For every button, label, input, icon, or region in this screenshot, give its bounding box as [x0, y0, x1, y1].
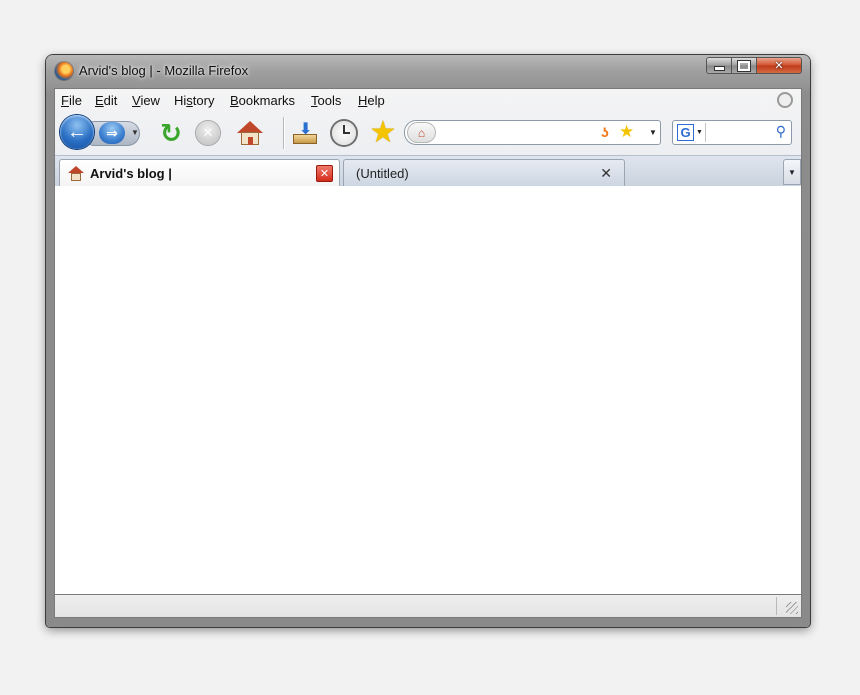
maximize-icon — [737, 59, 751, 72]
menu-tools[interactable]: Tools — [311, 93, 341, 108]
list-all-tabs-button[interactable]: ▼ — [783, 159, 801, 185]
history-button[interactable] — [329, 118, 359, 148]
menu-bookmarks-label: ookmarks — [238, 93, 296, 108]
minimize-icon — [713, 65, 725, 71]
downloads-icon: ⬇ — [292, 121, 318, 145]
menu-history[interactable]: History — [174, 93, 214, 108]
activity-throbber-icon — [777, 92, 793, 108]
window-controls: ✕ — [706, 57, 802, 74]
menu-file[interactable]: File — [61, 93, 82, 108]
window-title: Arvid's blog | - Mozilla Firefox — [79, 63, 249, 78]
menu-edit-label: dit — [103, 93, 118, 108]
history-icon — [332, 121, 356, 145]
browser-chrome: File Edit View History Bookmarks Tools H… — [54, 88, 802, 188]
resize-grip-icon[interactable] — [786, 602, 798, 614]
search-go-icon[interactable]: ⚲ — [776, 123, 786, 140]
tab-label: Arvid's blog | — [90, 166, 172, 181]
bookmark-star-icon: ★ — [369, 116, 397, 149]
search-engine-button[interactable]: G ▼ — [675, 123, 706, 142]
menu-help[interactable]: Help — [358, 93, 385, 108]
tab-label: (Untitled) — [356, 166, 409, 181]
menu-view-label: iew — [140, 93, 160, 108]
bookmark-page-star-icon[interactable]: ★ — [619, 122, 634, 142]
title-bar[interactable]: Arvid's blog | - Mozilla Firefox ✕ — [46, 55, 810, 88]
navigation-toolbar: ← ⇒ ▼ ↻ ✕ ⬇ ★ ⌂ ʖ ★ ▼ G ▼ ⚲ — [55, 113, 801, 155]
menu-view[interactable]: View — [132, 93, 160, 108]
home-favicon-icon — [68, 166, 84, 181]
back-button[interactable]: ← — [60, 115, 94, 149]
reload-button[interactable]: ↻ — [156, 118, 186, 148]
tab-arvids-blog[interactable]: Arvid's blog | ✕ — [59, 159, 340, 188]
stop-icon: ✕ — [196, 121, 220, 145]
menu-history-pre: Hi — [174, 93, 187, 108]
menu-bookmarks-accel: B — [230, 93, 239, 108]
toolbar-separator — [283, 117, 284, 149]
firefox-logo-icon — [55, 62, 73, 80]
menu-bookmarks[interactable]: Bookmarks — [230, 93, 295, 108]
url-bar[interactable]: ⌂ ʖ ★ ▼ — [404, 120, 661, 145]
tab-strip: Arvid's blog | ✕ (Untitled) ✕ ▼ — [55, 155, 801, 188]
menu-help-accel: H — [358, 93, 368, 108]
status-divider — [776, 597, 777, 615]
menu-file-accel: F — [61, 93, 69, 108]
menu-help-label: elp — [367, 93, 385, 108]
maximize-button[interactable] — [731, 57, 757, 74]
url-input[interactable] — [439, 123, 593, 144]
home-icon — [237, 121, 263, 145]
close-window-button[interactable]: ✕ — [756, 57, 802, 74]
tab-close-icon[interactable]: ✕ — [600, 165, 612, 182]
menu-file-label: ile — [68, 93, 82, 108]
page-content[interactable] — [54, 186, 802, 594]
back-icon: ← — [67, 120, 87, 143]
search-input[interactable] — [709, 123, 773, 144]
google-icon: G — [677, 124, 694, 141]
forward-icon: ⇒ — [106, 124, 118, 141]
tab-close-icon[interactable]: ✕ — [316, 165, 333, 182]
menu-edit-accel: E — [95, 93, 104, 108]
history-dropdown-icon[interactable]: ▼ — [131, 128, 139, 137]
stop-button[interactable]: ✕ — [193, 118, 223, 148]
engine-dropdown-icon: ▼ — [696, 129, 703, 136]
reload-icon: ↻ — [160, 118, 182, 148]
home-button[interactable] — [235, 118, 265, 148]
site-identity-icon[interactable]: ⌂ — [407, 122, 436, 143]
status-bar — [54, 594, 802, 618]
minimize-button[interactable] — [706, 57, 732, 74]
bookmarks-button[interactable]: ★ — [368, 118, 398, 148]
chevron-down-icon: ▼ — [788, 167, 796, 177]
search-bar[interactable]: G ▼ ⚲ — [672, 120, 792, 145]
close-icon: ✕ — [774, 60, 784, 72]
browser-window: Arvid's blog | - Mozilla Firefox ✕ File … — [46, 55, 810, 627]
url-dropdown-icon[interactable]: ▼ — [649, 128, 657, 137]
menu-bar: File Edit View History Bookmarks Tools H… — [55, 89, 801, 113]
forward-button[interactable]: ⇒ — [99, 122, 125, 144]
back-forward-group: ← ⇒ ▼ — [60, 115, 144, 151]
menu-history-label: tory — [192, 93, 215, 108]
menu-tools-label: ools — [317, 93, 342, 108]
feed-icon[interactable]: ʖ — [601, 124, 609, 140]
tab-untitled[interactable]: (Untitled) ✕ — [343, 159, 625, 187]
menu-edit[interactable]: Edit — [95, 93, 117, 108]
downloads-button[interactable]: ⬇ — [290, 118, 320, 148]
